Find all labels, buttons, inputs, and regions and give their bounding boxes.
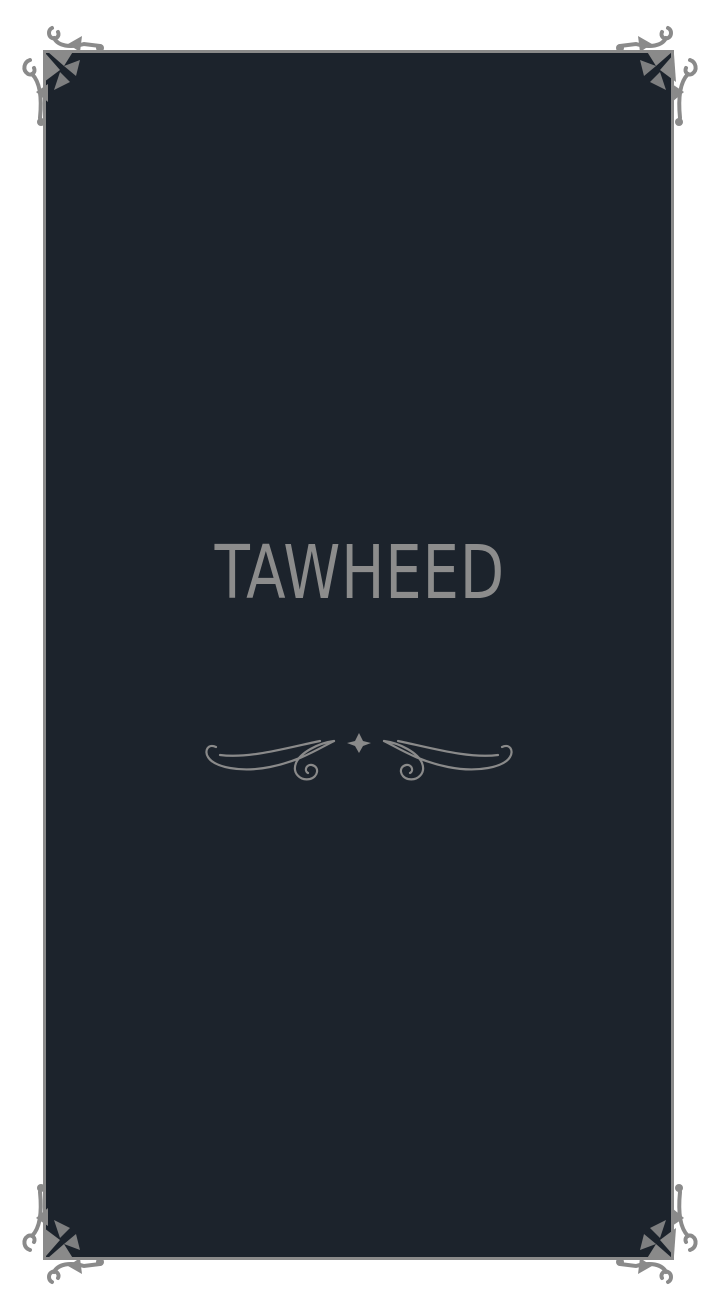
floral-corner-icon [616, 1184, 698, 1284]
floral-corner-icon [22, 1184, 104, 1284]
page-title: TAWHEED [214, 530, 505, 616]
flourish-divider-icon [205, 733, 513, 781]
floral-corner-icon [616, 26, 698, 126]
dark-card-panel [43, 50, 674, 1260]
page: TAWHEED [0, 0, 720, 1302]
floral-corner-icon [22, 26, 104, 126]
